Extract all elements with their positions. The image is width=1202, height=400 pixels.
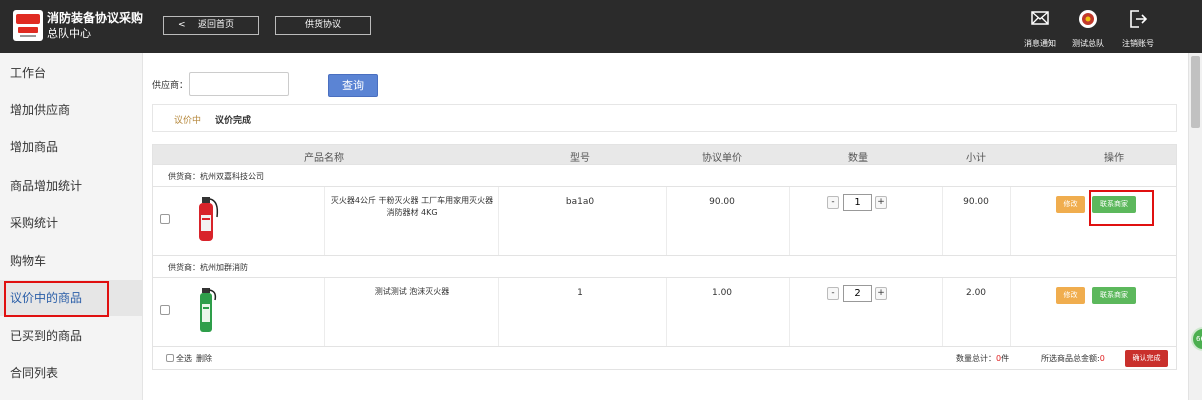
sidebar-item-purchase-stats[interactable]: 采购统计 xyxy=(0,205,142,241)
mail-icon xyxy=(1031,11,1049,25)
product-table: 产品名称 型号 协议单价 数量 小计 操作 供货商：杭州双嘉科技公司 灭火器4公… xyxy=(152,144,1177,370)
sidebar-item-add-product[interactable]: 增加商品 xyxy=(0,129,142,165)
scrollbar-thumb[interactable] xyxy=(1191,56,1200,128)
sidebar: 工作台 增加供应商 增加商品 商品增加统计 采购统计 购物车 议价中的商品 已买… xyxy=(0,53,143,400)
product-model: 1 xyxy=(577,288,583,298)
app-logo-icon xyxy=(13,10,43,41)
row-checkbox[interactable] xyxy=(160,214,170,224)
product-model: ba1a0 xyxy=(565,197,595,207)
logout-icon xyxy=(1130,10,1148,28)
header-subtotal: 小计 xyxy=(966,153,986,164)
green-foam-extinguisher-image xyxy=(200,288,217,332)
increase-button[interactable]: + xyxy=(875,287,887,300)
amount-total: 所选商品总金额:0 xyxy=(1041,353,1105,364)
quantity-total-unit: 件 xyxy=(1001,354,1010,363)
user-account-label: 测试总队 xyxy=(1072,39,1104,48)
sidebar-item-product-stats[interactable]: 商品增加统计 xyxy=(0,168,142,204)
chevron-left-icon: < xyxy=(178,20,186,30)
quantity-total: 数量总计：0件 xyxy=(956,353,1009,364)
app-title: 消防装备协议采购 xyxy=(47,11,144,25)
logout-label: 注销账号 xyxy=(1122,39,1154,48)
unit-price: 1.00 xyxy=(711,288,733,298)
sidebar-item-contracts[interactable]: 合同列表 xyxy=(0,355,142,391)
increase-button[interactable]: + xyxy=(875,196,887,209)
delete-link[interactable]: 删除 xyxy=(196,353,212,364)
table-footer: 全选 删除 数量总计：0件 所选商品总金额:0 确认完成 xyxy=(153,346,1176,369)
edit-button[interactable]: 修改 xyxy=(1056,196,1085,213)
header-unit-price: 协议单价 xyxy=(702,153,742,164)
subtotal: 90.00 xyxy=(963,197,989,207)
sidebar-item-cart[interactable]: 购物车 xyxy=(0,243,142,279)
header-product-name: 产品名称 xyxy=(304,153,344,164)
row-checkbox[interactable] xyxy=(160,305,170,315)
amount-total-value: 0 xyxy=(1099,354,1105,363)
sidebar-item-bargaining[interactable]: 议价中的商品 xyxy=(0,280,142,317)
query-button[interactable]: 查询 xyxy=(328,74,378,97)
supply-agreement-button[interactable]: 供货协议 xyxy=(275,16,371,35)
sidebar-item-purchased[interactable]: 已买到的商品 xyxy=(0,318,142,354)
supplier-name: 供货商：杭州加群消防 xyxy=(168,263,248,272)
confirm-complete-button[interactable]: 确认完成 xyxy=(1125,350,1168,367)
amount-total-label: 所选商品总金额: xyxy=(1041,354,1100,363)
header-actions: 操作 xyxy=(1104,153,1124,164)
product-name: 测试测试 泡沫灭火器 xyxy=(374,287,450,296)
quantity-input[interactable] xyxy=(843,285,872,302)
back-home-button[interactable]: < 返回首页 xyxy=(163,16,259,35)
contact-seller-button[interactable]: 联系商家 xyxy=(1092,287,1136,304)
supplier-group-row: 供货商：杭州双嘉科技公司 xyxy=(153,164,1176,186)
supplier-group-row: 供货商：杭州加群消防 xyxy=(153,255,1176,277)
table-header: 产品名称 型号 协议单价 数量 小计 操作 xyxy=(153,145,1176,164)
tab-bargain-complete[interactable]: 议价完成 xyxy=(215,113,251,126)
back-home-label: 返回首页 xyxy=(197,20,234,30)
user-emblem-icon xyxy=(1079,10,1097,28)
table-row: 测试测试 泡沫灭火器 1 1.00 - + 2.00 修改 联系商家 xyxy=(153,277,1176,347)
edit-button[interactable]: 修改 xyxy=(1056,287,1085,304)
message-notification-button[interactable]: 消息通知 xyxy=(1015,6,1065,50)
unit-price: 90.00 xyxy=(709,197,735,207)
supplier-label: 供应商： xyxy=(152,81,189,91)
table-row: 灭火器4公斤 干粉灭火器 工厂车用家用灭火器消防器材 4KG ba1a0 90.… xyxy=(153,186,1176,256)
logout-button[interactable]: 注销账号 xyxy=(1113,6,1163,50)
sidebar-item-workbench[interactable]: 工作台 xyxy=(0,55,142,91)
top-navigation-bar: 消防装备协议采购 总队中心 < 返回首页 供货协议 消息通知 测试总队 注销账号 xyxy=(0,0,1202,53)
sidebar-item-add-supplier[interactable]: 增加供应商 xyxy=(0,92,142,128)
product-name: 灭火器4公斤 干粉灭火器 工厂车用家用灭火器消防器材 4KG xyxy=(330,196,494,217)
decrease-button[interactable]: - xyxy=(827,196,839,209)
tab-bargaining[interactable]: 议价中 xyxy=(174,113,201,126)
supplier-name: 供货商：杭州双嘉科技公司 xyxy=(168,172,264,181)
header-quantity: 数量 xyxy=(848,153,868,164)
select-all-checkbox[interactable] xyxy=(166,354,174,362)
quantity-total-label: 数量总计： xyxy=(956,354,996,363)
quantity-input[interactable] xyxy=(843,194,872,211)
app-subtitle: 总队中心 xyxy=(47,27,91,40)
message-notification-label: 消息通知 xyxy=(1024,39,1056,48)
user-account-button[interactable]: 测试总队 xyxy=(1063,6,1113,50)
quantity-stepper: - + xyxy=(827,285,891,302)
red-fire-extinguisher-image xyxy=(199,197,219,241)
quantity-stepper: - + xyxy=(827,194,891,211)
subtotal: 2.00 xyxy=(965,288,987,298)
main-content: 供应商： 查询 议价中 议价完成 产品名称 型号 协议单价 数量 小计 操作 供… xyxy=(143,53,1188,400)
status-tabs: 议价中 议价完成 xyxy=(152,104,1177,132)
header-model: 型号 xyxy=(570,153,590,164)
supplier-input[interactable] xyxy=(189,72,289,96)
highlight-box xyxy=(1089,190,1154,226)
decrease-button[interactable]: - xyxy=(827,287,839,300)
select-all-label[interactable]: 全选 xyxy=(176,353,192,364)
